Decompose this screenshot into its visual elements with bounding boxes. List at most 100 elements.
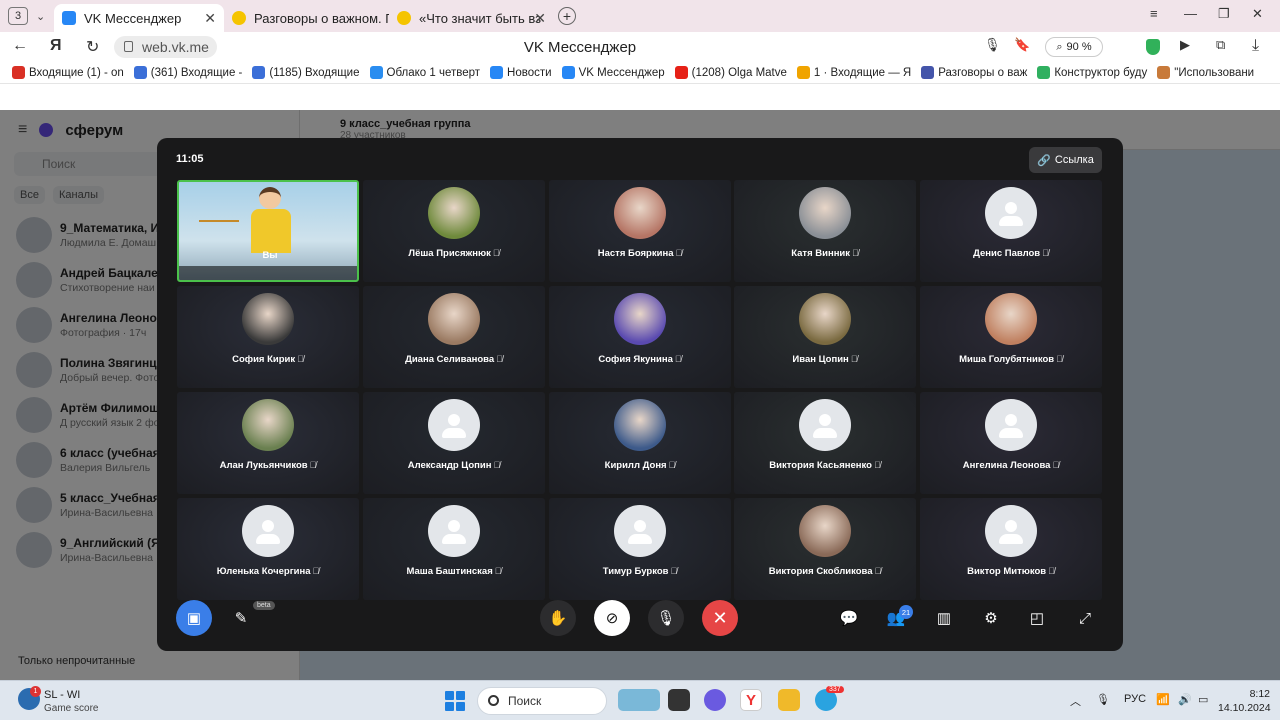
tab-razgovory[interactable]: Разговоры о важном. При [224, 4, 389, 32]
protect-shield-icon[interactable] [1146, 39, 1160, 55]
default-avatar-body [999, 216, 1023, 226]
tab-close-icon[interactable]: ✕ [534, 10, 546, 27]
close-window-icon[interactable]: ✕ [1252, 6, 1263, 22]
participant-tile[interactable]: Кирилл Доня 🎙̸ [549, 392, 731, 494]
end-call-button[interactable]: ✕ [702, 600, 738, 636]
participant-tile[interactable]: Вы [177, 180, 359, 282]
taskbar-search[interactable]: Поиск [477, 687, 607, 715]
participant-tile[interactable]: Иван Цопин 🎙̸ [734, 286, 916, 388]
chat-app-icon[interactable] [704, 689, 726, 711]
bookmark-item[interactable]: (1208) Olga Matve [674, 66, 787, 79]
tab-chto-znachit[interactable]: «Что значит быть вз ✕ [389, 4, 554, 32]
restore-icon[interactable]: ❐ [1218, 6, 1230, 22]
participant-tile[interactable]: Диана Селиванова 🎙̸ [363, 286, 545, 388]
video-off-button[interactable]: ⊘ [594, 600, 630, 636]
bookmark-label: Конструктор буду [1054, 66, 1148, 79]
wifi-icon[interactable]: 📶 [1156, 693, 1170, 706]
cartoon-head [259, 187, 281, 209]
participant-tile[interactable]: Александр Цопин 🎙̸ [363, 392, 545, 494]
default-avatar-icon [634, 520, 646, 532]
voice-search-icon[interactable]: 🎙 [984, 37, 1001, 53]
collections-icon[interactable]: ⧉ [1216, 37, 1225, 53]
participant-tile[interactable]: Настя Бояркина 🎙̸ [549, 180, 731, 282]
tray-mic-icon[interactable]: 🎙 [1096, 693, 1110, 706]
bookmark-item[interactable]: (361) Входящие - [133, 66, 242, 79]
windows-start-button[interactable] [445, 691, 465, 711]
raise-hand-button[interactable]: ✋ [540, 600, 576, 636]
scales-drawing [199, 192, 239, 222]
bookmark-item[interactable]: Входящие (1) - on [12, 66, 124, 79]
participant-name-text: Кирилл Доня [604, 460, 667, 471]
participant-tile[interactable]: Тимур Бурков 🎙̸ [549, 498, 731, 600]
downloads-icon[interactable]: ⤓ [1252, 37, 1259, 55]
settings-button[interactable]: ⚙ [973, 600, 1009, 636]
end-call-icon: ✕ [712, 607, 728, 628]
participant-tile[interactable]: Виктория Касьяненко 🎙̸ [734, 392, 916, 494]
tray-chevron-icon[interactable]: ︿ [1070, 693, 1081, 709]
yandex-browser-icon[interactable]: Y [740, 689, 762, 711]
participant-avatar [428, 187, 480, 239]
tab-counter-button[interactable]: 3 [8, 7, 28, 25]
minimize-icon[interactable]: — [1184, 6, 1197, 21]
file-explorer-icon[interactable] [778, 689, 800, 711]
participant-name: Диана Селиванова 🎙̸ [363, 354, 545, 365]
new-tab-button[interactable]: + [558, 7, 576, 25]
tab-vk-messenger[interactable]: VK Мессенджер ✕ [54, 4, 224, 32]
bookmark-item[interactable]: 1 · Входящие — Я [796, 66, 911, 79]
fullscreen-icon: ⤢ [1078, 609, 1091, 627]
participant-tile[interactable]: Виктор Митюков 🎙̸ [920, 498, 1102, 600]
default-avatar-icon [262, 520, 274, 532]
language-indicator[interactable]: РУС [1124, 693, 1146, 705]
browser-tabstrip: 3 ⌄ VK Мессенджер ✕ Разговоры о важном. … [0, 0, 1280, 32]
media-icon[interactable]: ▶ [1180, 37, 1190, 53]
taskbar-clock[interactable]: 8:12 14.10.2024 [1218, 687, 1271, 715]
battery-icon[interactable]: ▭ [1198, 693, 1208, 706]
minimize-call-button[interactable]: ◰ [1019, 600, 1055, 636]
participant-tile[interactable]: Миша Голубятников 🎙̸ [920, 286, 1102, 388]
bookmark-item[interactable]: Конструктор буду [1037, 66, 1147, 79]
bookmark-item[interactable]: Облако 1 четверт [369, 66, 480, 79]
mic-muted-icon: 🎙̸ [1042, 248, 1049, 258]
participant-tile[interactable]: София Кирик 🎙̸ [177, 286, 359, 388]
bookmark-label: Новости [507, 66, 552, 79]
copy-link-button[interactable]: 🔗 Ссылка [1029, 147, 1102, 173]
participant-name-text: Денис Павлов [973, 248, 1041, 259]
bookmark-item[interactable]: VK Мессенджер [561, 66, 665, 79]
participant-tile[interactable]: Юленька Кочергина 🎙̸ [177, 498, 359, 600]
participant-tile[interactable]: Денис Павлов 🎙̸ [920, 180, 1102, 282]
participant-tile[interactable]: Алан Лукьянчиков 🎙̸ [177, 392, 359, 494]
participant-avatar [799, 293, 851, 345]
participant-tile[interactable]: Лёша Присяжнюк 🎙̸ [363, 180, 545, 282]
volume-icon[interactable]: 🔊 [1178, 693, 1192, 706]
participant-tile[interactable]: Виктория Скобликова 🎙̸ [734, 498, 916, 600]
layout-button[interactable]: ▥ [926, 600, 962, 636]
bookmark-item[interactable]: "Использовани [1157, 66, 1254, 79]
participant-avatar [985, 505, 1037, 557]
participant-tile[interactable]: София Якунина 🎙̸ [549, 286, 731, 388]
participant-tile[interactable]: Ангелина Леонова 🎙̸ [920, 392, 1102, 494]
task-view-icon[interactable] [668, 689, 690, 711]
participant-avatar [614, 187, 666, 239]
widget-icon[interactable] [618, 689, 660, 711]
tabs-menu-chevron-icon[interactable]: ⌄ [36, 10, 54, 23]
participant-tile[interactable]: Катя Винник 🎙̸ [734, 180, 916, 282]
menu-icon[interactable]: ≡ [1150, 6, 1158, 21]
link-icon: 🔗 [1037, 154, 1051, 167]
bookmark-item[interactable]: Новости [490, 66, 552, 79]
microphone-button[interactable]: 🎙 [648, 600, 684, 636]
bookmark-label: Разговоры о важ [938, 66, 1028, 79]
zoom-button[interactable]: ⌕ 90 % [1045, 37, 1103, 57]
fullscreen-button[interactable]: ⤢ [1067, 600, 1103, 636]
camera-toggle-button[interactable]: ▣ [176, 600, 212, 636]
bookmark-favicon-icon [561, 66, 575, 79]
bookmark-icon[interactable]: 🔖 [1014, 37, 1030, 53]
bookmark-item[interactable]: (1185) Входящие [252, 66, 360, 79]
participant-name-text: София Кирик [232, 354, 296, 365]
vk-favicon-icon [62, 11, 76, 25]
bookmark-item[interactable]: Разговоры о важ [921, 66, 1027, 79]
participant-tile[interactable]: Маша Баштинская 🎙̸ [363, 498, 545, 600]
tab-close-icon[interactable]: ✕ [204, 10, 216, 27]
chat-button[interactable]: 💬 [831, 600, 867, 636]
mic-muted-icon: 🎙̸ [494, 566, 502, 576]
participant-name: Тимур Бурков 🎙̸ [549, 566, 731, 577]
